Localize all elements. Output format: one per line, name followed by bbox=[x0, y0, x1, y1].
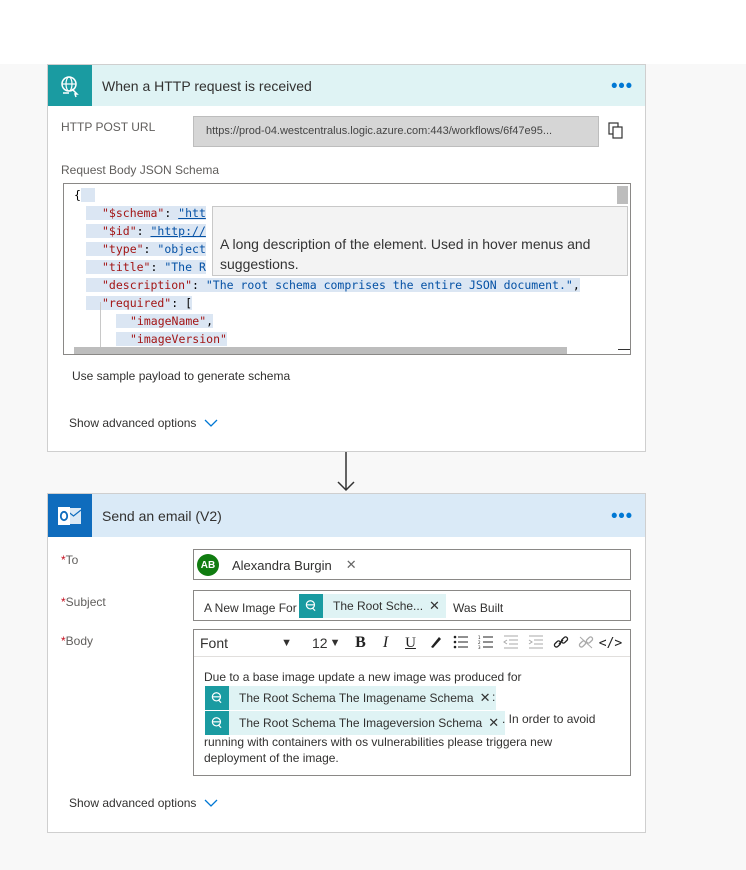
font-family-select[interactable]: Font ▼ bbox=[194, 635, 298, 651]
more-options-icon[interactable]: ••• bbox=[611, 75, 633, 96]
remove-token-icon[interactable]: ✕ bbox=[429, 598, 446, 614]
chevron-down-icon bbox=[204, 799, 218, 807]
recipient-chip[interactable]: AB Alexandra Burgin ✕ bbox=[197, 552, 357, 578]
link-icon[interactable] bbox=[548, 635, 573, 652]
code-required-key: "required" bbox=[102, 296, 172, 310]
body-token-1-label: The Root Schema The Imagename Schema bbox=[239, 691, 474, 705]
http-trigger-header[interactable]: When a HTTP request is received ••• bbox=[48, 65, 645, 106]
subject-dynamic-token[interactable]: The Root Sche... ✕ bbox=[299, 594, 446, 618]
http-request-icon bbox=[48, 65, 92, 106]
http-request-icon bbox=[205, 686, 229, 710]
code-id-value: "http:// bbox=[150, 224, 206, 238]
subject-prefix: A New Image For bbox=[204, 601, 297, 615]
body-editor[interactable]: Font ▼ 12 ▼ B I U 123 </> Due to a base … bbox=[193, 629, 631, 776]
code-view-icon[interactable]: </> bbox=[598, 636, 623, 651]
unlink-icon[interactable] bbox=[573, 635, 598, 652]
highlight-pen-icon[interactable] bbox=[423, 635, 448, 652]
http-trigger-card: When a HTTP request is received ••• HTTP… bbox=[47, 64, 646, 452]
recipient-name: Alexandra Burgin bbox=[232, 557, 332, 573]
code-required-item-1: "imageName" bbox=[130, 314, 207, 328]
body-label: *Body bbox=[61, 634, 94, 648]
chevron-down-icon bbox=[204, 419, 218, 427]
body-dynamic-token-imageversion[interactable]: The Root Schema The Imageversion Schema … bbox=[205, 711, 506, 735]
request-body-schema-label: Request Body JSON Schema bbox=[61, 163, 220, 177]
horizontal-scrollbar[interactable] bbox=[74, 347, 567, 354]
sample-payload-link[interactable]: Use sample payload to generate schema bbox=[72, 369, 290, 383]
send-email-header[interactable]: Send an email (V2) ••• bbox=[48, 494, 645, 537]
http-post-url-field[interactable]: https://prod-04.westcentralus.logic.azur… bbox=[193, 116, 599, 147]
decrease-indent-icon[interactable] bbox=[498, 635, 523, 652]
code-brace: { bbox=[74, 188, 81, 202]
code-id-key: "$id" bbox=[102, 224, 137, 238]
subject-field[interactable]: A New Image For The Root Sche... ✕ Was B… bbox=[193, 590, 631, 621]
vertical-scrollbar[interactable] bbox=[617, 186, 628, 204]
code-title-key: "title" bbox=[102, 260, 151, 274]
body-line-3: running with containers with os vulnerab… bbox=[204, 735, 553, 749]
code-schema-key: "$schema" bbox=[102, 206, 165, 220]
http-request-icon bbox=[299, 594, 323, 618]
body-line-1: Due to a base image update a new image w… bbox=[204, 670, 522, 684]
numbered-list-icon[interactable]: 123 bbox=[473, 635, 498, 652]
copy-icon[interactable] bbox=[608, 122, 624, 145]
avatar: AB bbox=[197, 554, 219, 576]
send-email-card: Send an email (V2) ••• *To AB Alexandra … bbox=[47, 493, 646, 833]
http-trigger-title: When a HTTP request is received bbox=[102, 77, 312, 94]
bulleted-list-icon[interactable] bbox=[448, 635, 473, 652]
http-request-icon bbox=[205, 711, 229, 735]
body-line-4: deployment of the image. bbox=[204, 751, 339, 765]
subject-suffix: Was Built bbox=[453, 601, 504, 615]
body-token-2-label: The Root Schema The Imageversion Schema bbox=[239, 716, 483, 730]
show-advanced-options-email[interactable]: Show advanced options bbox=[69, 796, 218, 810]
code-description-key: "description" bbox=[102, 278, 193, 292]
font-size-select[interactable]: 12 ▼ bbox=[312, 635, 348, 651]
flow-connector-arrow bbox=[337, 452, 355, 492]
to-field[interactable]: AB Alexandra Burgin ✕ bbox=[193, 549, 631, 580]
body-line-2-tail: . In order to avoid bbox=[502, 712, 596, 726]
remove-recipient-icon[interactable]: ✕ bbox=[346, 557, 357, 573]
rich-text-toolbar: Font ▼ 12 ▼ B I U 123 </> bbox=[194, 630, 630, 657]
svg-text:3: 3 bbox=[478, 645, 481, 649]
show-advanced-options-label: Show advanced options bbox=[69, 416, 197, 430]
http-post-url-label: HTTP POST URL bbox=[61, 120, 156, 134]
code-type-key: "type" bbox=[102, 242, 144, 256]
body-dynamic-token-imagename[interactable]: The Root Schema The Imagename Schema ✕ bbox=[205, 686, 497, 710]
code-required-item-2: "imageVersion" bbox=[130, 332, 227, 346]
show-advanced-options-trigger[interactable]: Show advanced options bbox=[69, 416, 218, 430]
to-label: *To bbox=[61, 553, 79, 567]
code-description-value: "The root schema comprises the entire JS… bbox=[205, 278, 573, 292]
show-advanced-options-label: Show advanced options bbox=[69, 796, 197, 810]
outlook-icon bbox=[48, 494, 92, 537]
italic-button[interactable]: I bbox=[373, 634, 398, 652]
code-schema-value: "htt bbox=[178, 206, 206, 220]
subject-label: *Subject bbox=[61, 595, 106, 609]
more-options-icon[interactable]: ••• bbox=[611, 505, 633, 526]
send-email-title: Send an email (V2) bbox=[102, 507, 222, 524]
schema-tooltip: A long description of the element. Used … bbox=[212, 206, 628, 276]
code-title-value: "The R bbox=[164, 260, 206, 274]
bold-button[interactable]: B bbox=[348, 634, 373, 652]
subject-token-label: The Root Sche... bbox=[333, 599, 424, 613]
underline-button[interactable]: U bbox=[398, 635, 423, 652]
increase-indent-icon[interactable] bbox=[523, 635, 548, 652]
code-type-value: "object bbox=[157, 242, 206, 256]
